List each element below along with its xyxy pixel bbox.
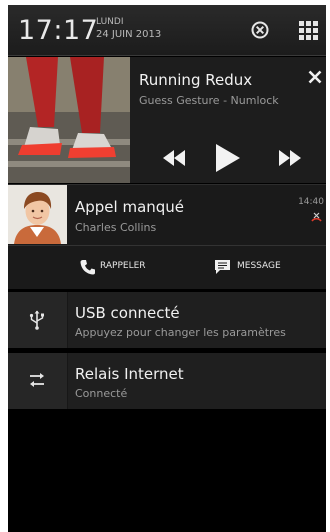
clear-all-icon[interactable] bbox=[251, 21, 269, 39]
callback-button[interactable]: RAPPELER bbox=[8, 246, 167, 289]
notification-shade: 17:17 LUNDI 24 JUIN 2013 Running Redux G… bbox=[8, 5, 326, 532]
message-icon bbox=[215, 260, 230, 274]
usb-icon bbox=[29, 310, 44, 330]
internet-relay-notification[interactable]: Relais Internet Connecté bbox=[8, 353, 326, 409]
avatar bbox=[8, 185, 67, 244]
message-button[interactable]: MESSAGE bbox=[167, 246, 326, 289]
relay-icon-box bbox=[8, 353, 68, 409]
usb-icon-box bbox=[8, 292, 68, 348]
media-notification[interactable]: Running Redux Guess Gesture - Numlock bbox=[8, 57, 326, 183]
transfer-arrows-icon bbox=[30, 373, 44, 387]
track-artist: Guess Gesture - Numlock bbox=[139, 94, 279, 107]
album-art bbox=[8, 57, 130, 183]
usb-notification[interactable]: USB connecté Appuyez pour changer les pa… bbox=[8, 292, 326, 348]
next-icon[interactable] bbox=[278, 149, 302, 167]
usb-subtitle: Appuyez pour changer les paramètres bbox=[75, 326, 286, 339]
caller-name: Charles Collins bbox=[75, 221, 157, 234]
close-icon[interactable] bbox=[308, 70, 322, 84]
quick-settings-grid-icon[interactable] bbox=[299, 21, 318, 40]
notification-time: 14:40 bbox=[298, 197, 324, 207]
phone-icon bbox=[80, 260, 95, 275]
status-header: 17:17 LUNDI 24 JUIN 2013 bbox=[8, 5, 326, 56]
message-label: MESSAGE bbox=[237, 261, 281, 271]
date-text: 24 JUIN 2013 bbox=[96, 29, 162, 40]
usb-title: USB connecté bbox=[75, 304, 180, 322]
relay-title: Relais Internet bbox=[75, 365, 184, 383]
notification-title: Appel manqué bbox=[75, 198, 185, 216]
weekday: LUNDI bbox=[96, 17, 124, 27]
previous-icon[interactable] bbox=[162, 149, 186, 167]
date-block: LUNDI 24 JUIN 2013 bbox=[96, 17, 161, 42]
play-icon[interactable] bbox=[215, 143, 241, 173]
clock-time: 17:17 bbox=[18, 15, 99, 46]
missed-call-icon bbox=[311, 212, 322, 222]
track-title: Running Redux bbox=[139, 71, 253, 89]
missed-call-notification[interactable]: Appel manqué Charles Collins 14:40 RAPPE… bbox=[8, 184, 326, 289]
relay-subtitle: Connecté bbox=[75, 387, 128, 400]
callback-label: RAPPELER bbox=[100, 261, 146, 271]
